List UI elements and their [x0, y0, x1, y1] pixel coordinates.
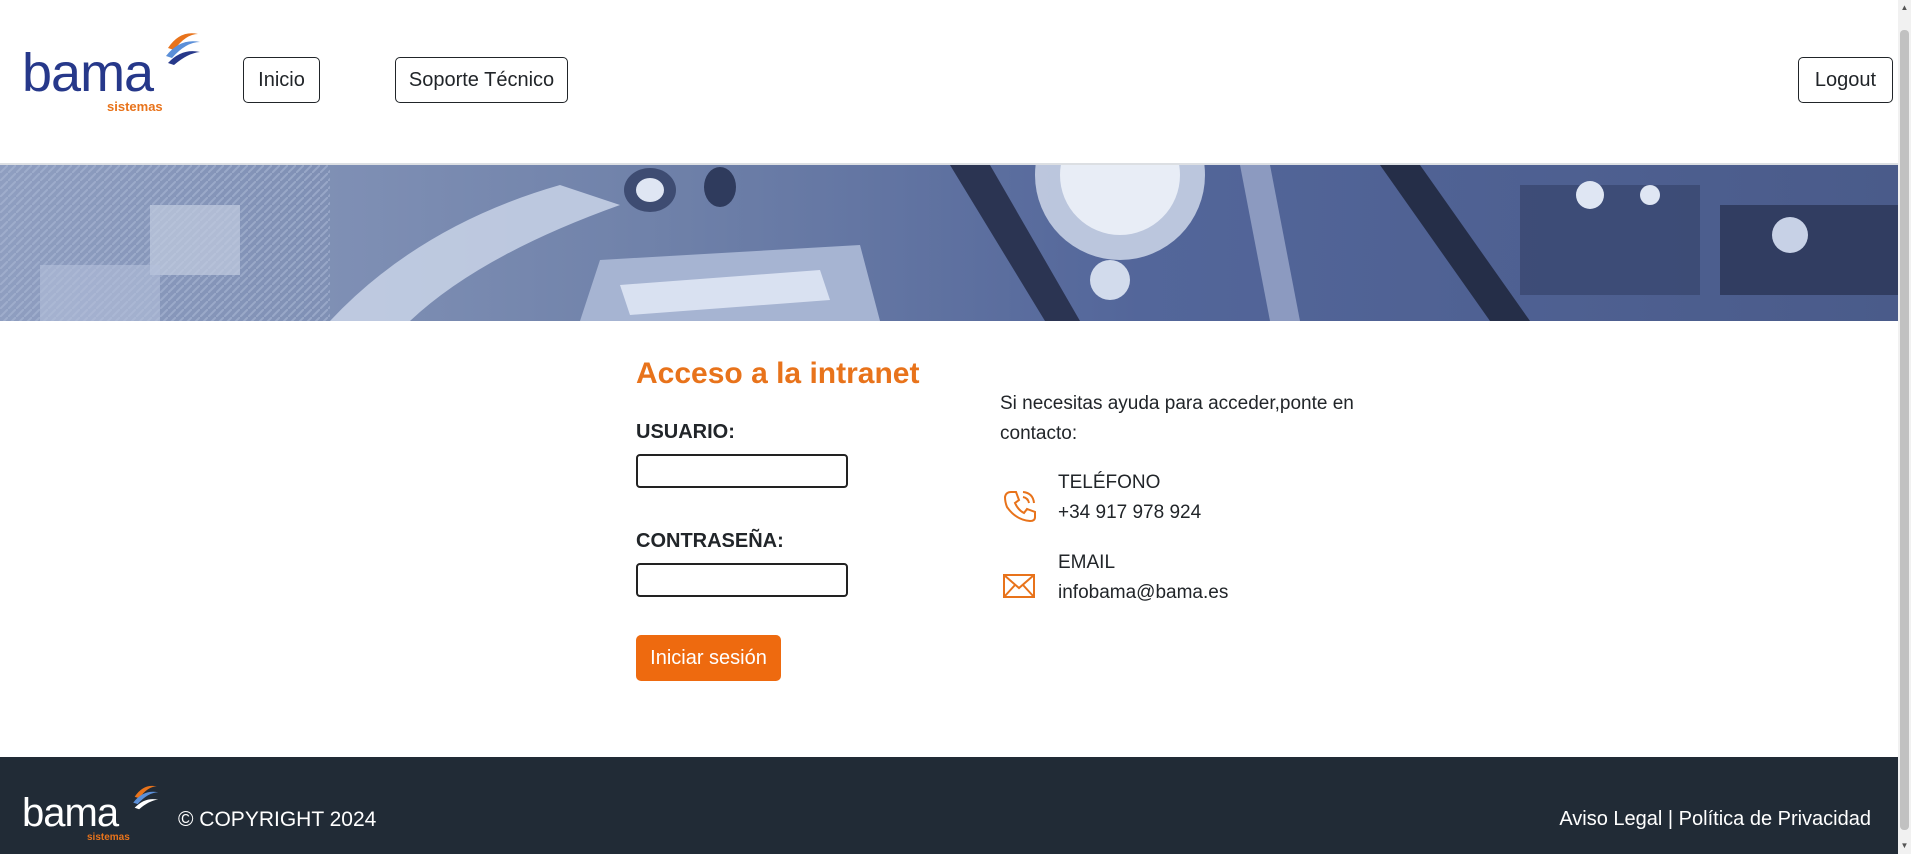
footer-logo[interactable]: bama sistemas	[22, 780, 162, 843]
privacy-policy-link[interactable]: Política de Privacidad	[1679, 808, 1871, 830]
logo-wordmark: bama	[22, 43, 154, 103]
phone-label: TELÉFONO	[1058, 472, 1161, 493]
mail-icon	[1003, 574, 1035, 598]
logo-subtitle: sistemas	[107, 99, 163, 114]
legal-separator: |	[1662, 808, 1679, 830]
swoosh-icon	[133, 785, 159, 810]
password-label: CONTRASEÑA:	[636, 530, 784, 552]
legal-links: Aviso Legal | Política de Privacidad	[1559, 808, 1871, 831]
footer-logo-subtitle: sistemas	[87, 832, 130, 843]
site-footer	[0, 757, 1898, 854]
footer-logo-wordmark: bama	[22, 791, 119, 835]
email-label: EMAIL	[1058, 552, 1116, 573]
login-title: Acceso a la intranet	[636, 357, 920, 390]
user-label: USUARIO:	[636, 421, 735, 443]
nav-soporte-button[interactable]: Soporte Técnico	[395, 57, 568, 103]
swoosh-icon	[166, 33, 200, 65]
login-submit-button[interactable]: Iniciar sesión	[636, 635, 781, 681]
scroll-down-arrow-icon[interactable]: ▼	[1899, 840, 1910, 852]
logout-button[interactable]: Logout	[1798, 57, 1893, 103]
user-input[interactable]	[636, 454, 848, 488]
hero-banner-image	[0, 165, 1898, 321]
bama-logo[interactable]: bama sistemas	[22, 28, 202, 114]
copyright-text: © COPYRIGHT 2024	[178, 808, 377, 831]
engine-image	[0, 165, 1898, 321]
phone-icon	[1003, 491, 1036, 523]
password-input[interactable]	[636, 563, 848, 597]
email-value[interactable]: infobama@bama.es	[1058, 582, 1228, 604]
scrollbar-thumb[interactable]	[1900, 30, 1909, 830]
scroll-up-arrow-icon[interactable]: ▲	[1899, 2, 1910, 14]
aviso-legal-link[interactable]: Aviso Legal	[1559, 808, 1662, 830]
site-header: bama sistemas Inicio Soporte Técnico Log…	[0, 0, 1898, 165]
help-text: Si necesitas ayuda para acceder,ponte en…	[1000, 393, 1354, 444]
nav-inicio-button[interactable]: Inicio	[243, 57, 320, 103]
phone-value[interactable]: +34 917 978 924	[1058, 502, 1201, 524]
